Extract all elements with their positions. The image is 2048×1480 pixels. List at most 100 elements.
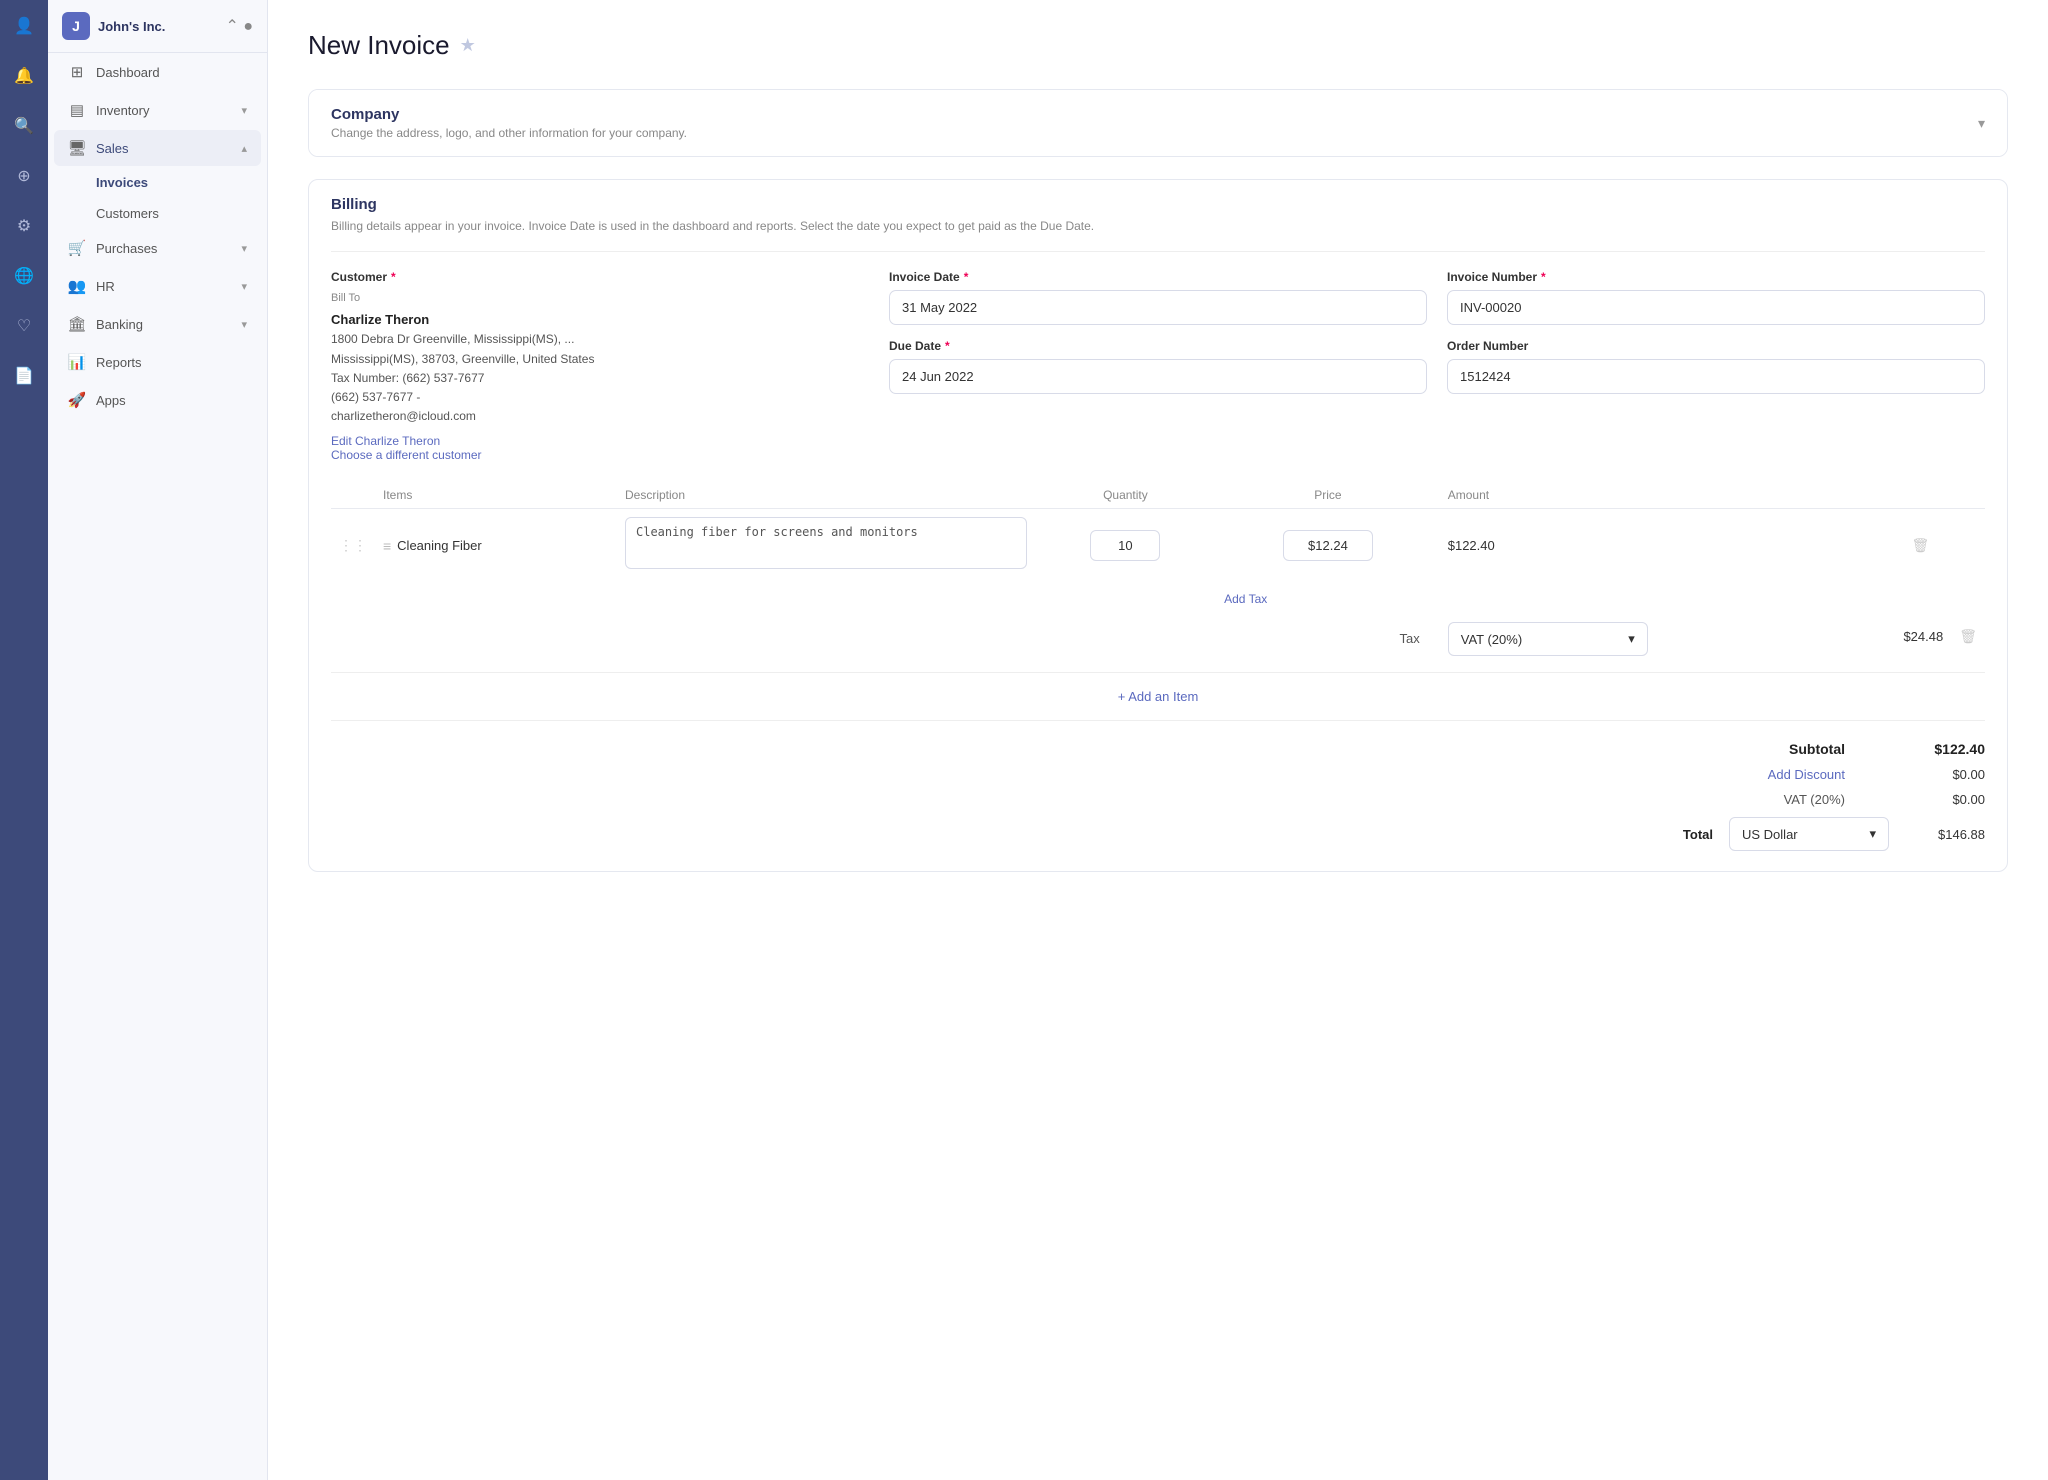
inventory-chevron: ▾ — [241, 104, 247, 117]
currency-select[interactable]: US Dollar ▾ — [1729, 817, 1889, 851]
subtotal-label: Subtotal — [1789, 741, 1845, 757]
sidebar-item-hr[interactable]: 👥 HR ▾ — [54, 268, 261, 304]
delete-item-icon[interactable]: 🗑 — [1911, 537, 1929, 553]
total-label: Total — [1683, 827, 1713, 842]
company-controls[interactable]: ⌃ ● — [225, 16, 253, 36]
edit-customer-link[interactable]: Edit Charlize Theron — [331, 434, 869, 448]
customer-email: charlizetheron@icloud.com — [331, 407, 869, 426]
item-quantity-input[interactable] — [1090, 530, 1160, 561]
sidebar-subitem-invoices[interactable]: Invoices — [54, 168, 261, 197]
customer-name: Charlize Theron — [331, 310, 869, 331]
icon-sidebar: 👤 🔔 🔍 ⊕ ⚙ 🌐 ♡ 📄 — [0, 0, 48, 1480]
sidebar-item-inventory[interactable]: ▤ Inventory ▾ — [54, 92, 261, 128]
heart-icon[interactable]: ♡ — [8, 310, 40, 342]
subtotal-row: Subtotal $122.40 — [1789, 741, 1985, 757]
vat-row: VAT (20%) $0.00 — [1784, 792, 1985, 807]
billing-grid: Customer * Bill To Charlize Theron 1800 … — [309, 270, 2007, 462]
customer-field-label: Customer * — [331, 270, 869, 284]
sidebar-subitem-customers[interactable]: Customers — [54, 199, 261, 228]
col-price: Price — [1216, 482, 1440, 509]
totals-section: Subtotal $122.40 Add Discount $0.00 VAT … — [309, 721, 2007, 871]
discount-label[interactable]: Add Discount — [1768, 767, 1845, 782]
col-amount: Amount — [1440, 482, 1896, 509]
item-price-input[interactable] — [1283, 530, 1373, 561]
vat-label: VAT (20%) — [1784, 792, 1845, 807]
company-section: Company Change the address, logo, and ot… — [308, 89, 2008, 157]
add-tax-row: Add Tax — [331, 582, 1985, 616]
currency-chevron-icon: ▾ — [1869, 826, 1876, 842]
sidebar-item-dashboard[interactable]: ⊞ Dashboard — [54, 54, 261, 90]
table-row: ⋮⋮ ≡ Cleaning Fiber — [331, 509, 1985, 583]
discount-row: Add Discount $0.00 — [1768, 767, 1985, 782]
sidebar-item-sales[interactable]: 🖥 Sales ▴ — [54, 130, 261, 166]
hr-label: HR — [96, 279, 115, 294]
choose-customer-link[interactable]: Choose a different customer — [331, 448, 869, 462]
delete-tax-icon[interactable]: 🗑 — [1959, 628, 1977, 645]
globe-icon[interactable]: 🌐 — [8, 260, 40, 292]
customer-links: Edit Charlize Theron Choose a different … — [331, 434, 869, 462]
invoice-date-number-col: Invoice Date * Due Date * — [889, 270, 1427, 462]
inventory-label: Inventory — [96, 103, 149, 118]
add-item-row: + Add an Item — [331, 672, 1985, 720]
company-subtitle: Change the address, logo, and other info… — [331, 126, 687, 140]
item-amount: $122.40 — [1448, 538, 1495, 553]
dashboard-icon: ⊞ — [68, 63, 86, 81]
invoice-date-field: Invoice Date * — [889, 270, 1427, 325]
invoice-date-label: Invoice Date * — [889, 270, 1427, 284]
company-header[interactable]: J John's Inc. ⌃ ● — [48, 0, 267, 53]
invoices-label: Invoices — [96, 175, 148, 190]
purchases-label: Purchases — [96, 241, 157, 256]
tax-option-label: VAT (20%) — [1461, 632, 1522, 647]
customer-col: Customer * Bill To Charlize Theron 1800 … — [331, 270, 869, 462]
page-title: New Invoice — [308, 30, 450, 61]
due-date-input[interactable] — [889, 359, 1427, 394]
discount-value: $0.00 — [1905, 767, 1985, 782]
col-items: Items — [375, 482, 617, 509]
search-icon[interactable]: 🔍 — [8, 110, 40, 142]
total-row: Total US Dollar ▾ $146.88 — [1683, 817, 1985, 851]
customer-phone: (662) 537-7677 - — [331, 388, 869, 407]
tax-select[interactable]: VAT (20%) ▾ — [1448, 622, 1648, 656]
sales-chevron: ▴ — [241, 142, 247, 155]
plus-circle-icon[interactable]: ⊕ — [8, 160, 40, 192]
sidebar-item-purchases[interactable]: 🛒 Purchases ▾ — [54, 230, 261, 266]
vat-value: $0.00 — [1905, 792, 1985, 807]
main-content: New Invoice ★ Company Change the address… — [268, 0, 2048, 1480]
invoice-date-input[interactable] — [889, 290, 1427, 325]
list-icon: ≡ — [383, 538, 391, 554]
add-item-button[interactable]: + Add an Item — [1118, 689, 1199, 704]
add-tax-link[interactable]: Add Tax — [1224, 588, 1267, 610]
company-logo: J — [62, 12, 90, 40]
bell-icon[interactable]: 🔔 — [8, 60, 40, 92]
due-date-field: Due Date * — [889, 339, 1427, 394]
billing-heading: Billing — [331, 196, 1985, 213]
customers-label: Customers — [96, 206, 159, 221]
inventory-icon: ▤ — [68, 101, 86, 119]
order-number-input[interactable] — [1447, 359, 1985, 394]
subtotal-value: $122.40 — [1905, 741, 1985, 757]
invoice-number-label: Invoice Number * — [1447, 270, 1985, 284]
company-chevron-icon: ▾ — [1978, 115, 1985, 132]
favorite-star-icon[interactable]: ★ — [460, 35, 476, 56]
tax-select-chevron: ▾ — [1628, 631, 1635, 647]
sidebar-item-apps[interactable]: 🚀 Apps — [54, 382, 261, 418]
person-icon[interactable]: 👤 — [8, 10, 40, 42]
billing-divider — [331, 251, 1985, 252]
items-section: Items Description Quantity Price Amount … — [309, 482, 2007, 720]
sidebar-item-reports[interactable]: 📊 Reports — [54, 344, 261, 380]
hr-icon: 👥 — [68, 277, 86, 295]
item-description-input[interactable] — [625, 517, 1027, 569]
gear-icon[interactable]: ⚙ — [8, 210, 40, 242]
billing-section: Billing Billing details appear in your i… — [308, 179, 2008, 872]
company-section-header[interactable]: Company Change the address, logo, and ot… — [309, 90, 2007, 156]
customer-info: Bill To Charlize Theron 1800 Debra Dr Gr… — [331, 290, 869, 426]
billing-section-header: Billing Billing details appear in your i… — [309, 180, 2007, 251]
company-name: John's Inc. — [98, 19, 217, 34]
document-icon[interactable]: 📄 — [8, 360, 40, 392]
invoice-number-input[interactable] — [1447, 290, 1985, 325]
dashboard-label: Dashboard — [96, 65, 160, 80]
col-quantity: Quantity — [1035, 482, 1216, 509]
page-title-row: New Invoice ★ — [308, 30, 2008, 61]
col-description: Description — [617, 482, 1035, 509]
sidebar-item-banking[interactable]: 🏛 Banking ▾ — [54, 306, 261, 342]
